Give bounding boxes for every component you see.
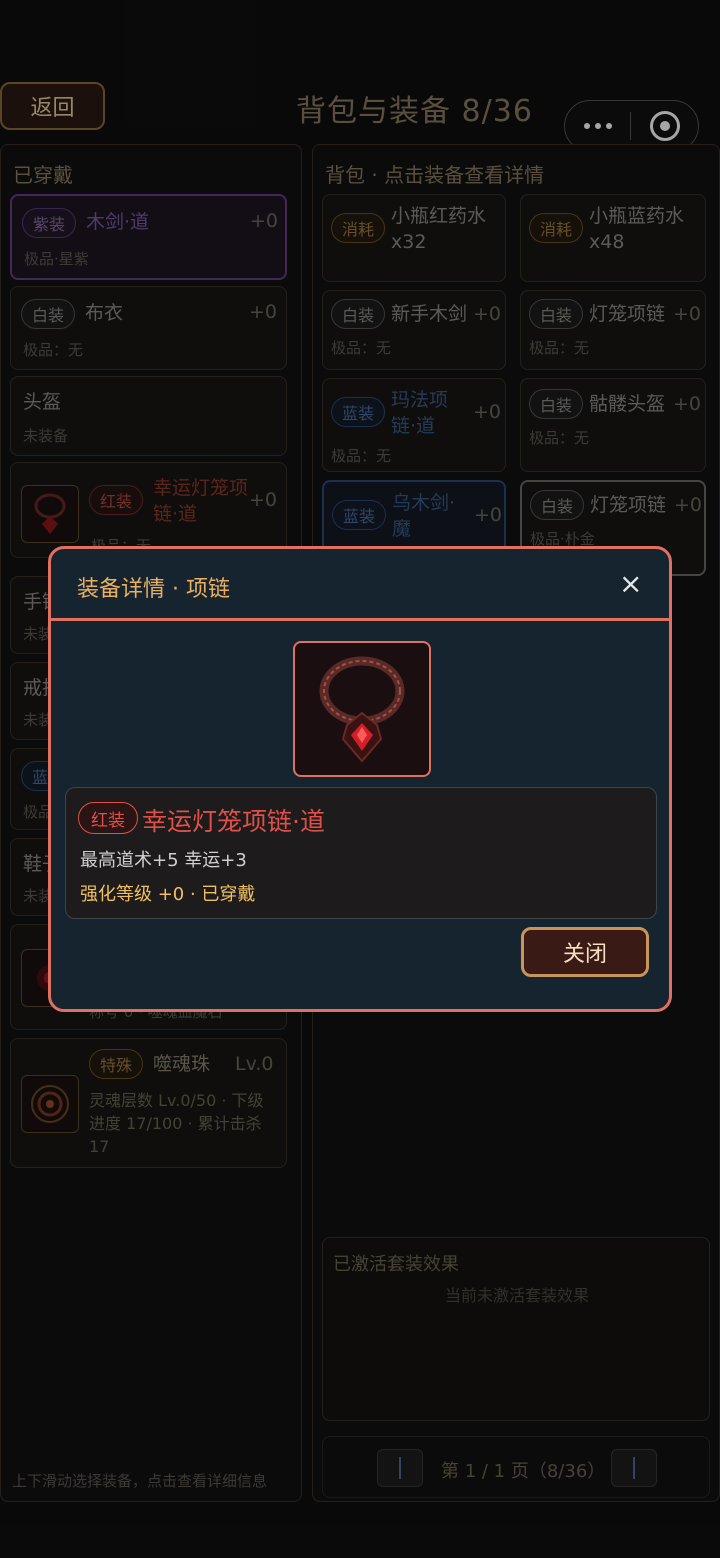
modal-title: 装备详情 · 项链 — [77, 577, 230, 602]
necklace-icon — [293, 641, 431, 777]
close-icon[interactable]: × — [619, 567, 642, 600]
enhance-status: 强化等级 +0 · 已穿戴 — [80, 884, 256, 905]
item-name: 幸运灯笼项链·道 — [142, 807, 325, 836]
detail-box: 红装 幸运灯笼项链·道 最高道术+5 幸运+3 强化等级 +0 · 已穿戴 — [65, 787, 657, 919]
item-stats: 最高道术+5 幸运+3 — [80, 850, 247, 871]
equipment-detail-modal: 装备详情 · 项链 × 红装 幸运灯笼项链·道 最高道术+5 幸运+3 强化等级… — [48, 546, 672, 1012]
quality-tag: 红装 — [78, 802, 138, 834]
close-button[interactable]: 关闭 — [521, 927, 649, 977]
modal-header: 装备详情 · 项链 × — [51, 549, 669, 621]
